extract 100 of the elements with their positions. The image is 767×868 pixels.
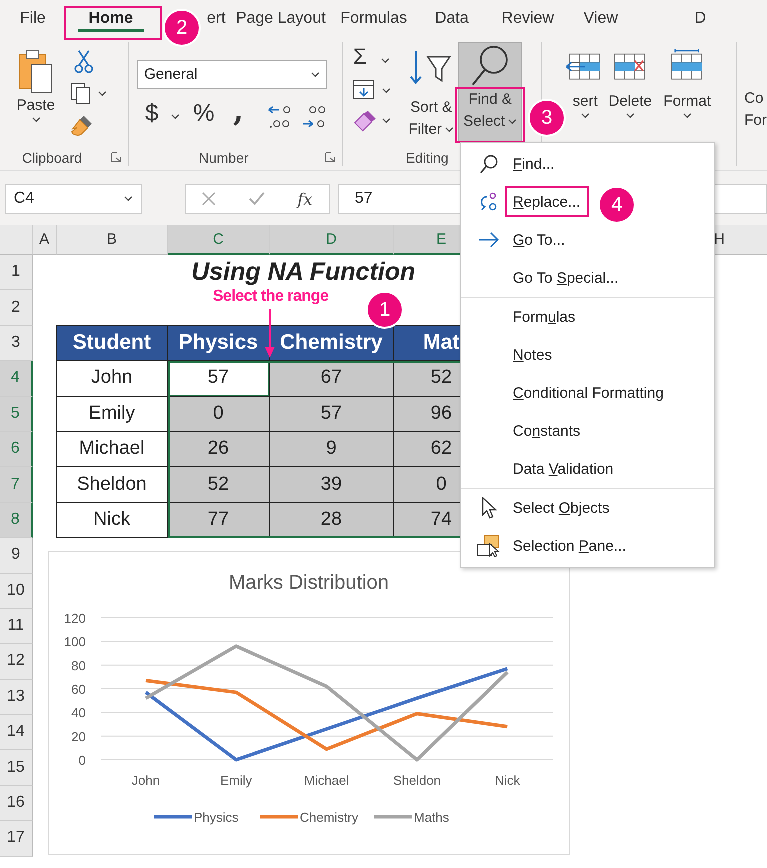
cells-button[interactable]: Format	[658, 48, 716, 120]
step-callout: 1	[366, 291, 404, 329]
table-cell: 67	[269, 360, 394, 397]
button-label[interactable]: For	[744, 110, 767, 132]
row-header[interactable]: 3	[0, 326, 33, 362]
caret-icon	[311, 72, 320, 78]
caret-icon	[580, 113, 590, 119]
row-header[interactable]: 12	[0, 644, 33, 680]
eraser-icon[interactable]	[353, 110, 394, 132]
ribbon-tab[interactable]: Data	[416, 0, 488, 38]
ribbon-tab[interactable]: Page Layout	[230, 0, 332, 38]
caret-icon	[381, 58, 390, 64]
copy-icon[interactable]	[70, 82, 108, 106]
column-header[interactable]: B	[57, 225, 168, 255]
line-chart[interactable]: Marks Distribution 0 20 40 60 80 100 120 John Emily Michael Sheldon Nick Physics Chemistry Maths	[48, 551, 570, 855]
column-header[interactable]: C	[168, 225, 270, 255]
checkmark-icon[interactable]	[249, 192, 265, 206]
group-label: Editing	[404, 150, 450, 166]
cells-button[interactable]: Delete	[604, 48, 656, 120]
table-cell: Nick	[56, 502, 168, 538]
row-header[interactable]: 2	[0, 290, 33, 326]
cells-button[interactable]: sert	[564, 48, 606, 120]
axis-tick-label: 120	[64, 611, 86, 626]
caret-icon	[508, 119, 518, 125]
paste-button[interactable]: Paste	[10, 48, 62, 124]
row-header[interactable]: 15	[0, 750, 33, 786]
row-header[interactable]: 9	[0, 538, 33, 574]
group-label: Number	[198, 150, 250, 166]
ribbon-tab[interactable]: Formulas	[332, 0, 416, 38]
column-header[interactable]: D	[270, 225, 394, 255]
axis-category-label: Michael	[304, 773, 350, 788]
caret-icon[interactable]	[171, 114, 180, 120]
paintbrush-icon[interactable]	[70, 114, 94, 138]
scissors-icon[interactable]	[74, 50, 94, 74]
legend-item: Chemistry	[260, 810, 359, 825]
legend-label: Chemistry	[300, 810, 360, 825]
axis-tick-label: 100	[64, 634, 86, 650]
table-cell: 57	[269, 396, 394, 432]
group-label: Clipboard	[21, 150, 84, 166]
legend-label: Maths	[414, 810, 450, 825]
menu-item[interactable]: Replace...	[461, 183, 585, 221]
menu-item[interactable]: Find...	[461, 145, 559, 183]
percent-button[interactable]: %	[193, 100, 215, 128]
search-icon	[479, 154, 499, 174]
table-cell: 26	[167, 430, 270, 468]
autosum-button[interactable]: Σ	[353, 44, 367, 70]
axis-category-label: Sheldon	[393, 773, 442, 788]
menu-item[interactable]: Go To Special...	[461, 259, 623, 297]
table-cell: 39	[269, 466, 394, 503]
axis-category-label: Nick	[494, 773, 520, 788]
comma-style-button[interactable]: ,	[233, 94, 244, 129]
find-select-button[interactable]: Find & Select	[458, 42, 522, 142]
ribbon-tab[interactable]: File	[0, 0, 66, 38]
row-header[interactable]: 10	[0, 574, 33, 609]
sheet-title: Using NA Function	[190, 257, 417, 288]
ribbon-tab[interactable]: D	[634, 0, 767, 38]
legend-item: Physics	[154, 810, 239, 825]
table-header-cell: Physics	[167, 324, 270, 362]
row-header[interactable]: 5	[0, 396, 33, 432]
row-header[interactable]: 17	[0, 821, 33, 857]
increase-decimal-icon[interactable]	[301, 104, 328, 130]
name-box[interactable]: C4	[5, 184, 142, 214]
annotation-text: Select the range	[213, 288, 329, 306]
row-header[interactable]: 7	[0, 467, 33, 503]
row-header[interactable]: 13	[0, 680, 33, 716]
pointer-icon	[481, 497, 497, 519]
row-header[interactable]: 6	[0, 432, 33, 468]
table-cell: 52	[167, 466, 270, 503]
column-header[interactable]: A	[33, 225, 57, 255]
dialog-launcher-icon	[111, 152, 122, 163]
row-header[interactable]: 4	[0, 361, 33, 397]
caret-icon	[32, 117, 40, 123]
legend-item: Maths	[374, 810, 450, 825]
table-cell: 28	[269, 502, 394, 538]
currency-button[interactable]: $	[145, 100, 159, 128]
caret-icon	[682, 113, 692, 119]
ribbon-tab[interactable]: View	[568, 0, 634, 38]
axis-tick-label: 20	[72, 729, 86, 744]
sort-filter-button[interactable]: Sort & Filter	[403, 46, 460, 142]
table-cell: 9	[269, 430, 394, 468]
row-header[interactable]: 8	[0, 502, 33, 538]
ribbon-tab[interactable]: ert	[203, 0, 230, 38]
row-header[interactable]: 1	[0, 255, 33, 290]
fill-down-icon[interactable]	[353, 80, 394, 102]
ribbon-tab[interactable]: Review	[488, 0, 568, 38]
row-header[interactable]: 14	[0, 715, 33, 750]
selection-pane-icon	[477, 535, 501, 557]
axis-category-label: Emily	[220, 773, 252, 788]
caret-icon	[626, 113, 635, 119]
axis-tick-label: 40	[72, 706, 86, 721]
decrease-decimal-icon[interactable]	[267, 104, 294, 130]
table-header-cell: Student	[56, 324, 168, 362]
button-label[interactable]: Co	[744, 88, 767, 110]
table-cell: 0	[167, 396, 270, 432]
row-header[interactable]: 16	[0, 786, 33, 822]
ribbon-tab[interactable]: Home	[66, 0, 156, 38]
number-format-dropdown[interactable]: General	[137, 60, 328, 89]
insert-function-button[interactable]: fx	[298, 190, 313, 208]
row-header[interactable]: 11	[0, 608, 33, 644]
arrow-right-icon	[478, 232, 500, 248]
